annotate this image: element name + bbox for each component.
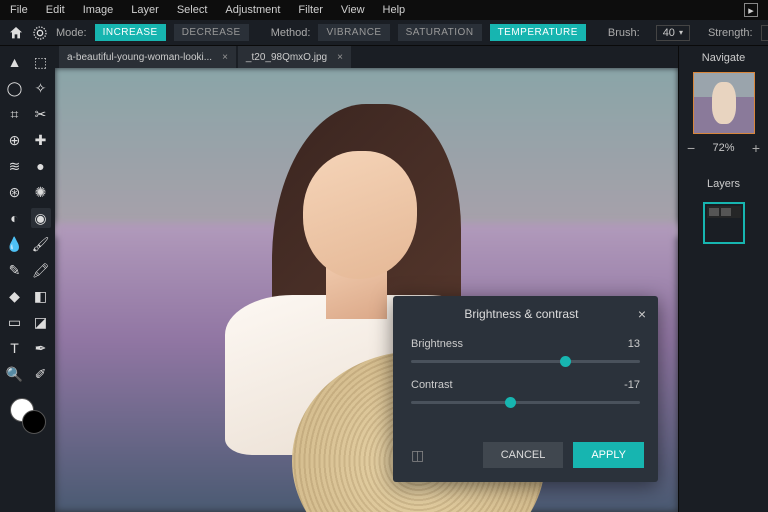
menu-file[interactable]: File: [10, 4, 28, 16]
brush-label: Brush:: [608, 27, 640, 39]
slider-thumb[interactable]: [505, 397, 516, 408]
brightness-value: 13: [628, 338, 640, 350]
layers-header: Layers: [679, 172, 768, 196]
contrast-value: -17: [624, 379, 640, 391]
tab-1[interactable]: a-beautiful-young-woman-looki...×: [59, 46, 236, 68]
dodge-tool[interactable]: ◐: [5, 208, 25, 228]
menu-filter[interactable]: Filter: [298, 4, 322, 16]
home-icon[interactable]: [8, 25, 24, 41]
layer-thumbnail[interactable]: [703, 202, 745, 244]
mode-increase[interactable]: INCREASE: [95, 24, 166, 41]
liquify-tool[interactable]: ≋: [5, 156, 25, 176]
canvas[interactable]: Brightness & contrast × Brightness 13 Con…: [55, 68, 678, 512]
color-swatches[interactable]: [4, 398, 51, 438]
brightness-contrast-dialog: Brightness & contrast × Brightness 13 Con…: [393, 296, 658, 482]
navigator-thumbnail[interactable]: [693, 72, 755, 134]
paintbrush-tool[interactable]: 🖍: [31, 260, 51, 280]
document-tabs: a-beautiful-young-woman-looki...× _t20_9…: [55, 46, 678, 68]
background-color[interactable]: [22, 410, 46, 434]
method-saturation[interactable]: SATURATION: [398, 24, 482, 41]
heal-tool[interactable]: ✚: [31, 130, 51, 150]
menu-adjustment[interactable]: Adjustment: [225, 4, 280, 16]
strength-input[interactable]: 30▾: [761, 25, 768, 41]
strength-label: Strength:: [708, 27, 753, 39]
navigate-header: Navigate: [679, 46, 768, 70]
fill-tool[interactable]: ◆: [5, 286, 25, 306]
eyedrop-tool[interactable]: 💧: [5, 234, 25, 254]
sponge-tool[interactable]: ◉: [31, 208, 51, 228]
brush-size-input[interactable]: 40▾: [656, 25, 690, 41]
warp-tool[interactable]: ⊛: [5, 182, 25, 202]
dialog-title: Brightness & contrast: [405, 307, 638, 321]
zoom-in-button[interactable]: +: [752, 140, 760, 156]
zoom-level: 72%: [712, 142, 734, 154]
zoom-tool[interactable]: 🔍: [5, 364, 25, 384]
brightness-slider[interactable]: [411, 360, 640, 363]
menu-layer[interactable]: Layer: [131, 4, 159, 16]
arrow-tool[interactable]: ▲: [5, 52, 25, 72]
slider-thumb[interactable]: [560, 356, 571, 367]
crop-tool[interactable]: ⌗: [5, 104, 25, 124]
replace-tool[interactable]: ◪: [31, 312, 51, 332]
collapse-icon[interactable]: ▸: [744, 3, 758, 17]
zoom-out-button[interactable]: −: [687, 140, 695, 156]
close-icon[interactable]: ×: [222, 52, 228, 63]
menu-help[interactable]: Help: [383, 4, 406, 16]
method-label: Method:: [271, 27, 311, 39]
cut-tool[interactable]: ✂: [31, 104, 51, 124]
right-panel: Navigate − 72% + Layers: [678, 46, 768, 512]
draw-tool[interactable]: ✐: [31, 364, 51, 384]
wand-tool[interactable]: ✧: [31, 78, 51, 98]
method-vibrance[interactable]: VIBRANCE: [318, 24, 389, 41]
cancel-button[interactable]: CANCEL: [483, 442, 564, 468]
close-icon[interactable]: ×: [638, 306, 646, 322]
disperse-tool[interactable]: ✺: [31, 182, 51, 202]
mode-label: Mode:: [56, 27, 87, 39]
menu-view[interactable]: View: [341, 4, 365, 16]
erase-tool[interactable]: ▭: [5, 312, 25, 332]
menu-select[interactable]: Select: [177, 4, 208, 16]
pen-tool[interactable]: ✒: [31, 338, 51, 358]
menu-bar: File Edit Image Layer Select Adjustment …: [0, 0, 768, 20]
menu-edit[interactable]: Edit: [46, 4, 65, 16]
blur-tool[interactable]: ●: [31, 156, 51, 176]
mode-decrease[interactable]: DECREASE: [174, 24, 249, 41]
tab-2[interactable]: _t20_98QmxO.jpg×: [238, 46, 351, 68]
contrast-label: Contrast: [411, 379, 453, 391]
tool-palette: ▲ ⬚ ◯ ✧ ⌗ ✂ ⊕ ✚ ≋ ● ⊛ ✺ ◐ ◉ 💧 🖌 ✎ 🖍 ◆ ◧ ▭ ◪ T ✒ 🔍 ✐: [0, 46, 55, 512]
pencil-tool[interactable]: ✎: [5, 260, 25, 280]
apply-button[interactable]: APPLY: [573, 442, 644, 468]
brightness-label: Brightness: [411, 338, 463, 350]
clone-tool[interactable]: ⊕: [5, 130, 25, 150]
close-icon[interactable]: ×: [337, 52, 343, 63]
lasso-tool[interactable]: ◯: [5, 78, 25, 98]
contrast-slider[interactable]: [411, 401, 640, 404]
menu-image[interactable]: Image: [83, 4, 114, 16]
method-temperature[interactable]: TEMPERATURE: [490, 24, 586, 41]
tool-icon[interactable]: [32, 25, 48, 41]
text-tool[interactable]: T: [5, 338, 25, 358]
options-toolbar: Mode: INCREASE DECREASE Method: VIBRANCE…: [0, 20, 768, 46]
gradient-tool[interactable]: ◧: [31, 286, 51, 306]
brush-tool[interactable]: 🖌: [31, 234, 51, 254]
compare-icon[interactable]: ◫: [407, 445, 428, 466]
marquee-tool[interactable]: ⬚: [31, 52, 51, 72]
